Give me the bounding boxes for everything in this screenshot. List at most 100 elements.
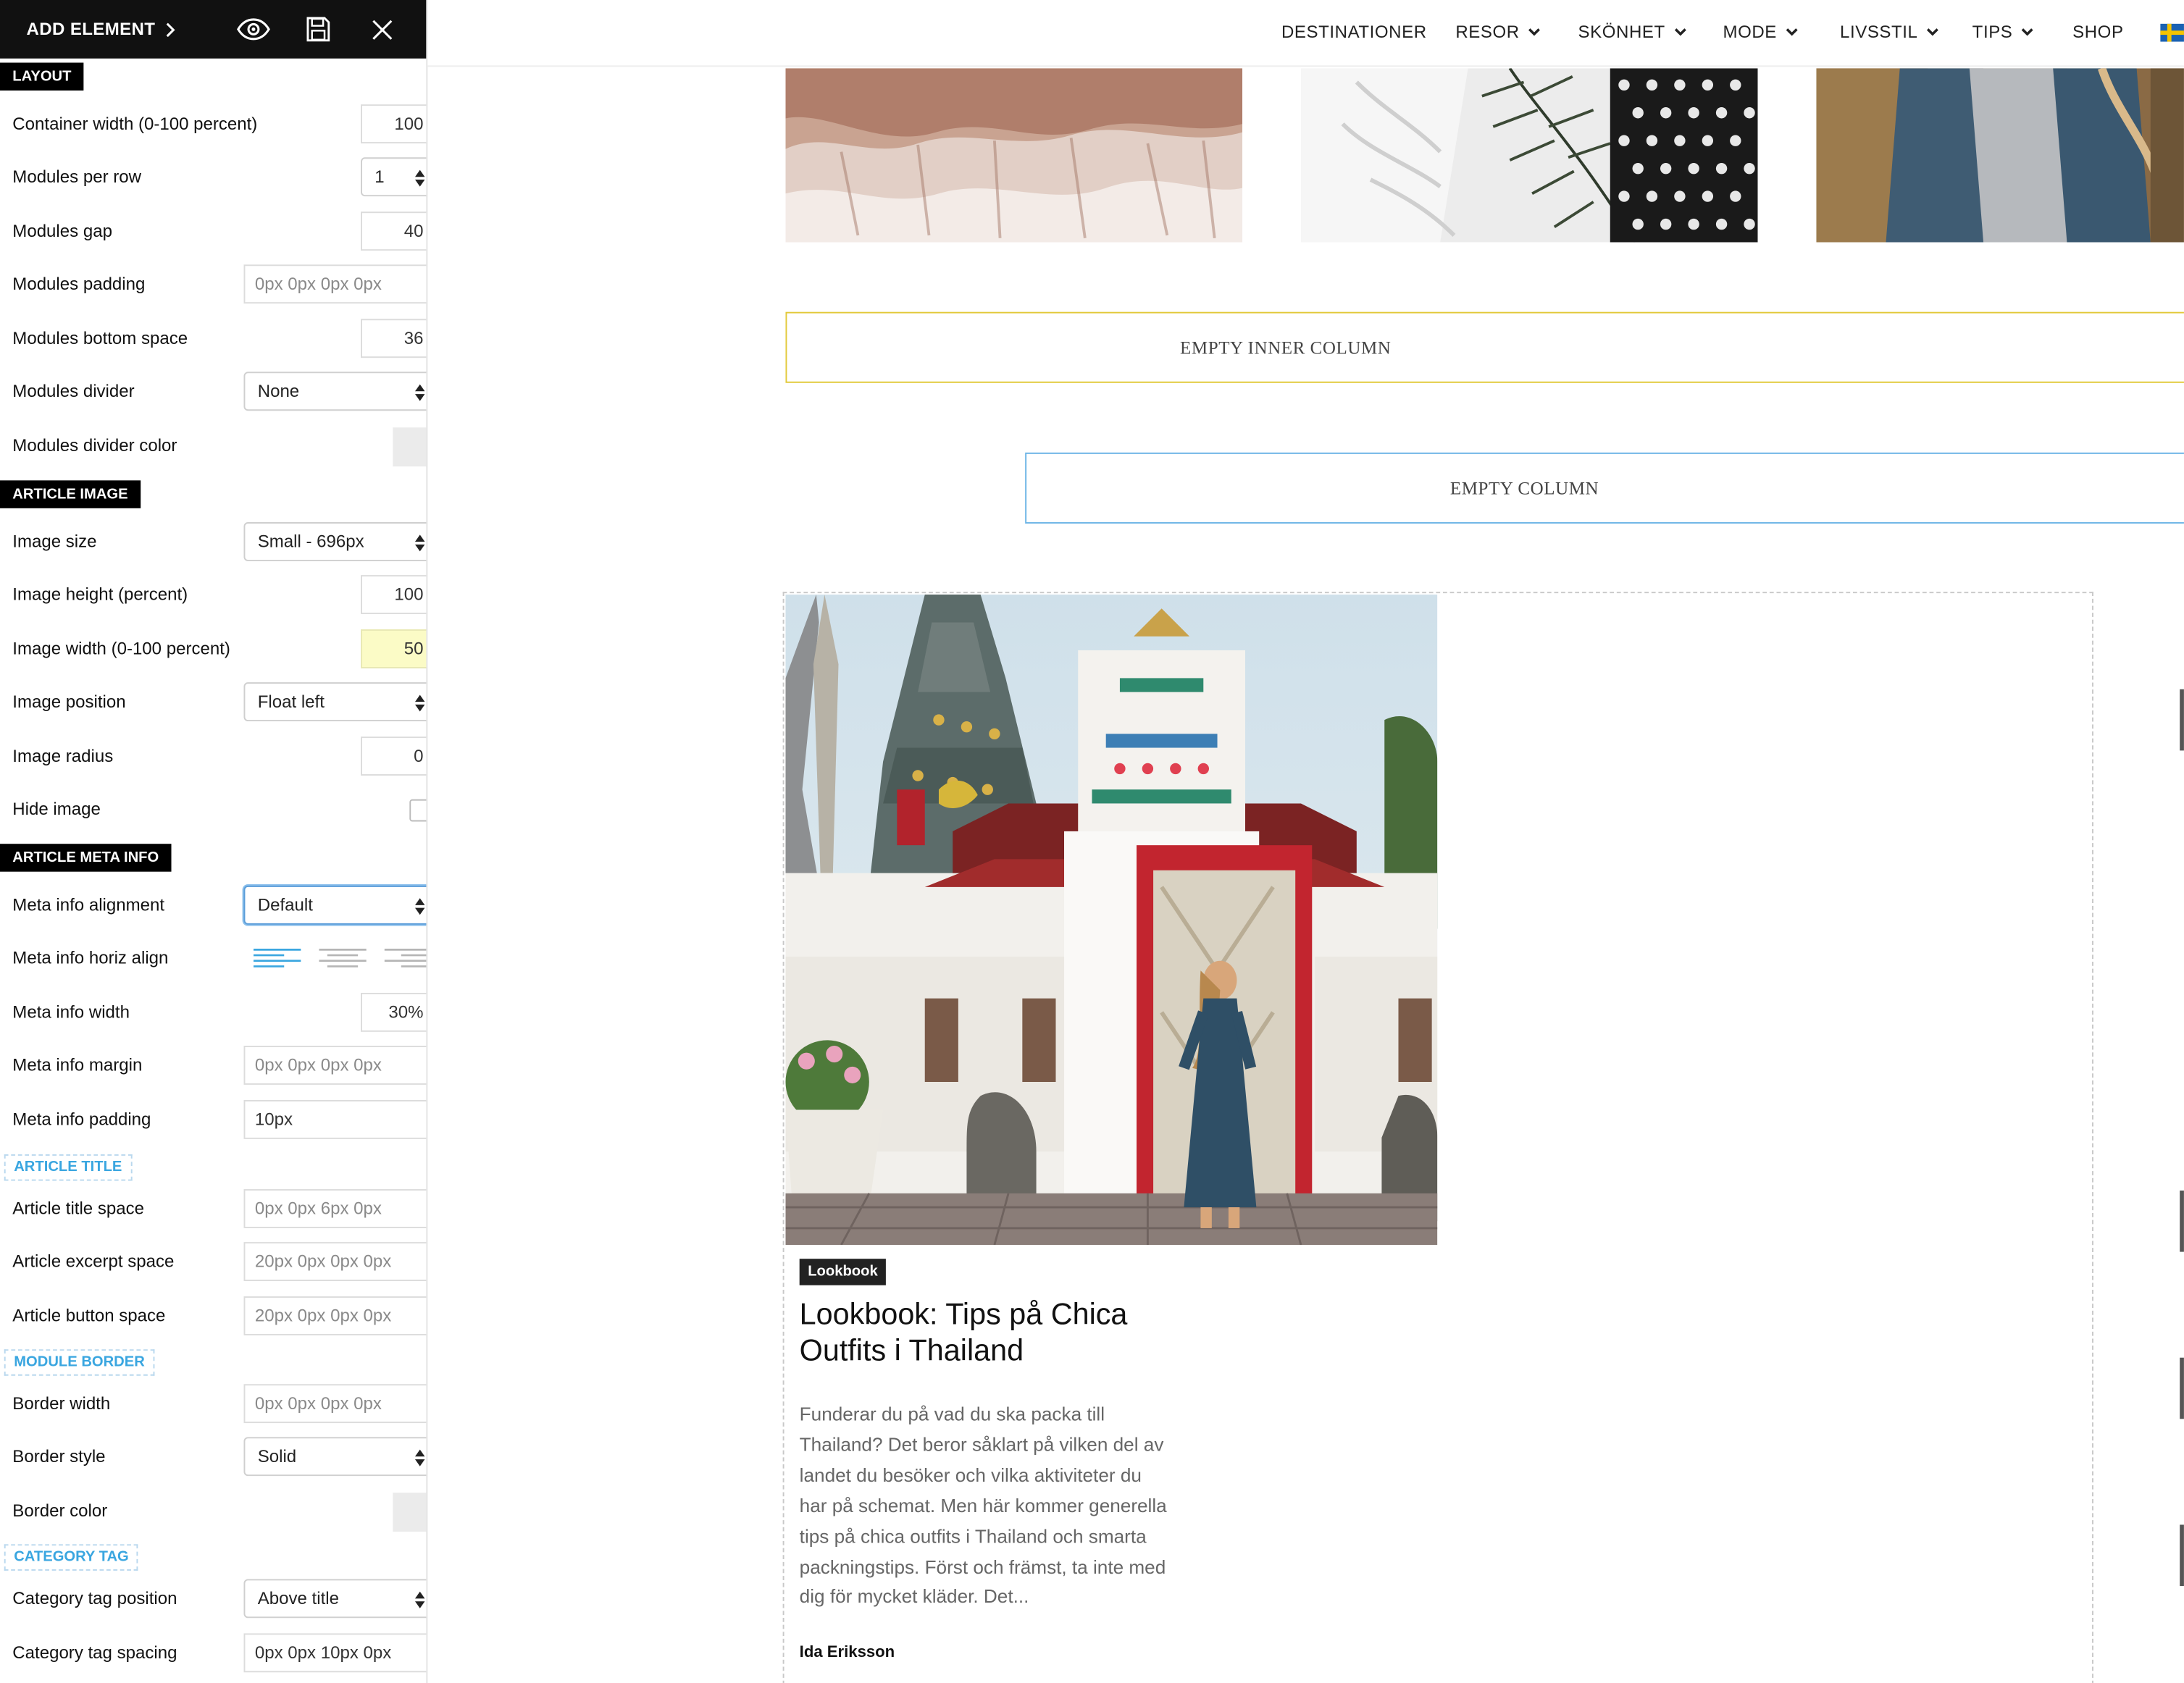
flatlay-image bbox=[1300, 68, 1758, 243]
right-edge-handle[interactable] bbox=[2180, 689, 2184, 751]
border-style-select[interactable]: Solid bbox=[243, 1437, 427, 1477]
empty-column-placeholder[interactable]: EMPTY COLUMN bbox=[1025, 452, 2184, 524]
select-value: None bbox=[257, 381, 300, 401]
setting-image-position: Image position Float left bbox=[0, 676, 427, 729]
section-article-title-header: ARTICLE TITLE bbox=[4, 1154, 132, 1181]
setting-modules-padding: Modules padding 0px 0px 0px 0px bbox=[0, 258, 427, 311]
hide-image-checkbox[interactable] bbox=[409, 799, 427, 822]
chevron-down-icon bbox=[1528, 28, 1540, 36]
nav-item-shop[interactable]: SHOP bbox=[2072, 22, 2123, 42]
portrait-image bbox=[1816, 68, 2184, 243]
select-arrows-icon bbox=[414, 694, 425, 712]
image-radius-input[interactable]: 0 bbox=[361, 736, 427, 776]
empty-inner-column-placeholder[interactable]: EMPTY INNER COLUMN bbox=[785, 311, 2184, 383]
section-category-tag-header: CATEGORY TAG bbox=[4, 1544, 139, 1571]
article-button-space-input[interactable]: 20px 0px 0px 0px bbox=[243, 1296, 427, 1335]
preview-button[interactable] bbox=[225, 0, 281, 59]
article-excerpt-space-input[interactable]: 20px 0px 0px 0px bbox=[243, 1242, 427, 1281]
category-tag-position-select[interactable]: Above title bbox=[243, 1579, 427, 1619]
close-icon bbox=[372, 19, 392, 39]
category-tag-spacing-input[interactable]: 0px 0px 10px 0px bbox=[243, 1633, 427, 1673]
image-height-input[interactable]: 100 bbox=[361, 575, 427, 614]
setting-label: Hide image bbox=[12, 799, 101, 819]
align-right-icon[interactable] bbox=[384, 948, 428, 968]
setting-label: Image radius bbox=[12, 746, 114, 766]
setting-modules-per-row: Modules per row 1 bbox=[0, 151, 427, 203]
meta-info-padding-input[interactable]: 10px bbox=[243, 1100, 427, 1139]
temple-photo bbox=[785, 595, 1438, 1245]
setting-label: Modules padding bbox=[12, 274, 146, 294]
modules-per-row-select[interactable]: 1 bbox=[361, 157, 427, 197]
modules-bottom-space-input[interactable]: 36 bbox=[361, 319, 427, 358]
section-article-image-header: ARTICLE IMAGE bbox=[0, 480, 141, 508]
meta-info-width-input[interactable]: 30% bbox=[361, 992, 427, 1032]
section-layout-header: LAYOUT bbox=[0, 62, 84, 91]
setting-article-excerpt-space: Article excerpt space 20px 0px 0px 0px bbox=[0, 1235, 427, 1288]
category-tag[interactable]: Lookbook bbox=[799, 1259, 887, 1285]
setting-label: Image height (percent) bbox=[12, 584, 188, 605]
setting-image-radius: Image radius 0 bbox=[0, 730, 427, 783]
border-color-swatch[interactable] bbox=[393, 1493, 427, 1532]
align-left-icon[interactable] bbox=[253, 948, 304, 968]
nav-item-destinationer[interactable]: DESTINATIONER bbox=[1281, 22, 1427, 42]
chevron-down-icon bbox=[1674, 28, 1686, 36]
setting-article-title-space: Article title space 0px 0px 6px 0px bbox=[0, 1182, 427, 1235]
select-arrows-icon bbox=[414, 1591, 425, 1608]
modules-divider-select[interactable]: None bbox=[243, 372, 427, 411]
empty-inner-column-label: EMPTY INNER COLUMN bbox=[1180, 336, 1392, 358]
select-value: 1 bbox=[375, 167, 385, 187]
image-position-select[interactable]: Float left bbox=[243, 682, 427, 722]
divider-color-swatch[interactable] bbox=[393, 427, 427, 467]
article-thumbnail-portrait[interactable] bbox=[1816, 68, 2184, 243]
setting-modules-divider-color: Modules divider color bbox=[0, 419, 427, 472]
nav-item-mode[interactable]: MODE bbox=[1723, 22, 1798, 42]
article-thumbnail-landscape[interactable] bbox=[785, 68, 1243, 243]
section-module-border-header: MODULE BORDER bbox=[4, 1349, 155, 1376]
setting-label: Container width (0-100 percent) bbox=[12, 114, 258, 134]
align-center-icon[interactable] bbox=[319, 948, 369, 968]
section-article-meta-info-header: ARTICLE META INFO bbox=[0, 844, 172, 872]
empty-column-label: EMPTY COLUMN bbox=[1449, 477, 1599, 498]
meta-info-margin-input[interactable]: 0px 0px 0px 0px bbox=[243, 1046, 427, 1085]
setting-label: Article excerpt space bbox=[12, 1251, 175, 1272]
chevron-down-icon bbox=[1786, 28, 1798, 36]
setting-meta-info-margin: Meta info margin 0px 0px 0px 0px bbox=[0, 1038, 427, 1091]
add-element-label: ADD ELEMENT bbox=[26, 19, 156, 39]
modules-padding-input[interactable]: 0px 0px 0px 0px bbox=[243, 264, 427, 304]
select-arrows-icon bbox=[414, 1449, 425, 1466]
border-width-input[interactable]: 0px 0px 0px 0px bbox=[243, 1384, 427, 1424]
article-thumbnail-fashion-flatlay[interactable] bbox=[1300, 68, 1758, 243]
modules-gap-input[interactable]: 40 bbox=[361, 211, 427, 251]
builder-settings-panel: ADD ELEMENT LAYOUT Container width (0-10… bbox=[0, 0, 428, 1683]
nav-item-resor[interactable]: RESOR bbox=[1455, 22, 1540, 42]
container-width-input[interactable]: 100 bbox=[361, 104, 427, 144]
image-width-input[interactable]: 50 bbox=[361, 629, 427, 668]
select-value: Solid bbox=[257, 1446, 297, 1466]
setting-label: Meta info padding bbox=[12, 1109, 151, 1130]
right-edge-handle[interactable] bbox=[2180, 1357, 2184, 1419]
save-button[interactable] bbox=[290, 0, 346, 59]
setting-border-color: Border color bbox=[0, 1485, 427, 1537]
article-author[interactable]: Ida Eriksson bbox=[800, 1645, 895, 1661]
setting-label: Border width bbox=[12, 1393, 111, 1414]
article-title[interactable]: Lookbook: Tips på Chica Outfits i Thaila… bbox=[800, 1296, 1189, 1369]
nav-item-livsstil[interactable]: LIVSSTIL bbox=[1840, 22, 1938, 42]
add-element-button[interactable]: ADD ELEMENT bbox=[27, 20, 177, 39]
article-title-space-input[interactable]: 0px 0px 6px 0px bbox=[243, 1189, 427, 1228]
image-size-select[interactable]: Small - 696px bbox=[243, 522, 427, 561]
close-button[interactable] bbox=[353, 0, 409, 59]
save-icon bbox=[306, 17, 330, 42]
article-featured-image[interactable] bbox=[785, 595, 1438, 1245]
meta-info-alignment-select[interactable]: Default bbox=[243, 885, 427, 925]
nav-item-tips[interactable]: TIPS bbox=[1972, 22, 2034, 42]
setting-label: Meta info margin bbox=[12, 1055, 143, 1075]
setting-category-tag-spacing: Category tag spacing 0px 0px 10px 0px bbox=[0, 1627, 427, 1679]
right-edge-handle[interactable] bbox=[2180, 1524, 2184, 1587]
select-arrows-icon bbox=[414, 898, 425, 915]
right-edge-handle[interactable] bbox=[2180, 1190, 2184, 1252]
swedish-flag-icon[interactable] bbox=[2160, 23, 2184, 42]
nav-item-skonhet[interactable]: SKÖNHET bbox=[1578, 22, 1686, 42]
setting-label: Image size bbox=[12, 532, 97, 552]
setting-label: Modules bottom space bbox=[12, 328, 188, 348]
setting-image-size: Image size Small - 696px bbox=[0, 515, 427, 568]
